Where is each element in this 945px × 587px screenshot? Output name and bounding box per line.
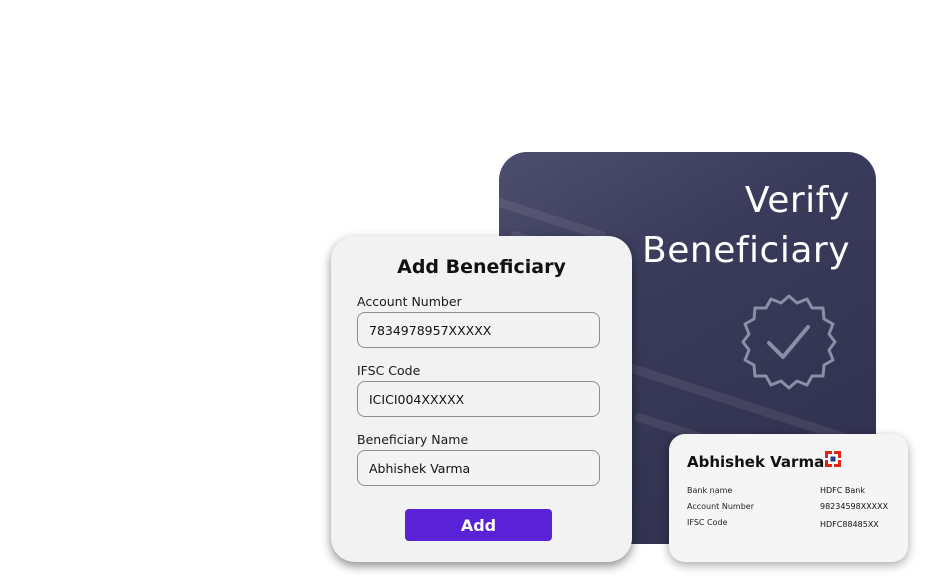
- ifsc-code-summary-value: HDFC88485XX: [820, 520, 879, 529]
- beneficiary-name-label: Beneficiary Name: [357, 432, 469, 447]
- bank-name-value: HDFC Bank: [820, 486, 865, 495]
- add-beneficiary-form: Add Beneficiary Account Number IFSC Code…: [331, 236, 632, 562]
- ifsc-code-label: IFSC Code: [357, 363, 421, 378]
- verified-check-badge-icon: [741, 294, 837, 390]
- account-number-summary-value: 98234598XXXXX: [820, 502, 889, 511]
- form-title: Add Beneficiary: [397, 256, 566, 278]
- verify-beneficiary-title: Verify Beneficiary: [642, 176, 850, 276]
- ifsc-code-summary-label: IFSC Code: [687, 518, 728, 527]
- bank-name-label: Bank name: [687, 486, 733, 495]
- account-number-summary-label: Account Number: [687, 502, 754, 511]
- account-number-input[interactable]: [357, 312, 600, 348]
- account-number-label: Account Number: [357, 294, 462, 309]
- verify-title-line2: Beneficiary: [642, 230, 850, 271]
- ifsc-code-input[interactable]: [357, 381, 600, 417]
- beneficiary-illustration: Verify Beneficiary Add Beneficiary Accou…: [0, 0, 945, 587]
- verify-title-line1: Verify: [744, 180, 850, 221]
- beneficiary-name: Abhishek Varma: [687, 453, 825, 471]
- add-button[interactable]: Add: [405, 509, 552, 541]
- hdfc-bank-logo-icon: [825, 451, 841, 467]
- beneficiary-summary-card: Abhishek Varma Bank name HDFC Bank Accou…: [669, 434, 908, 562]
- beneficiary-name-input[interactable]: [357, 450, 600, 486]
